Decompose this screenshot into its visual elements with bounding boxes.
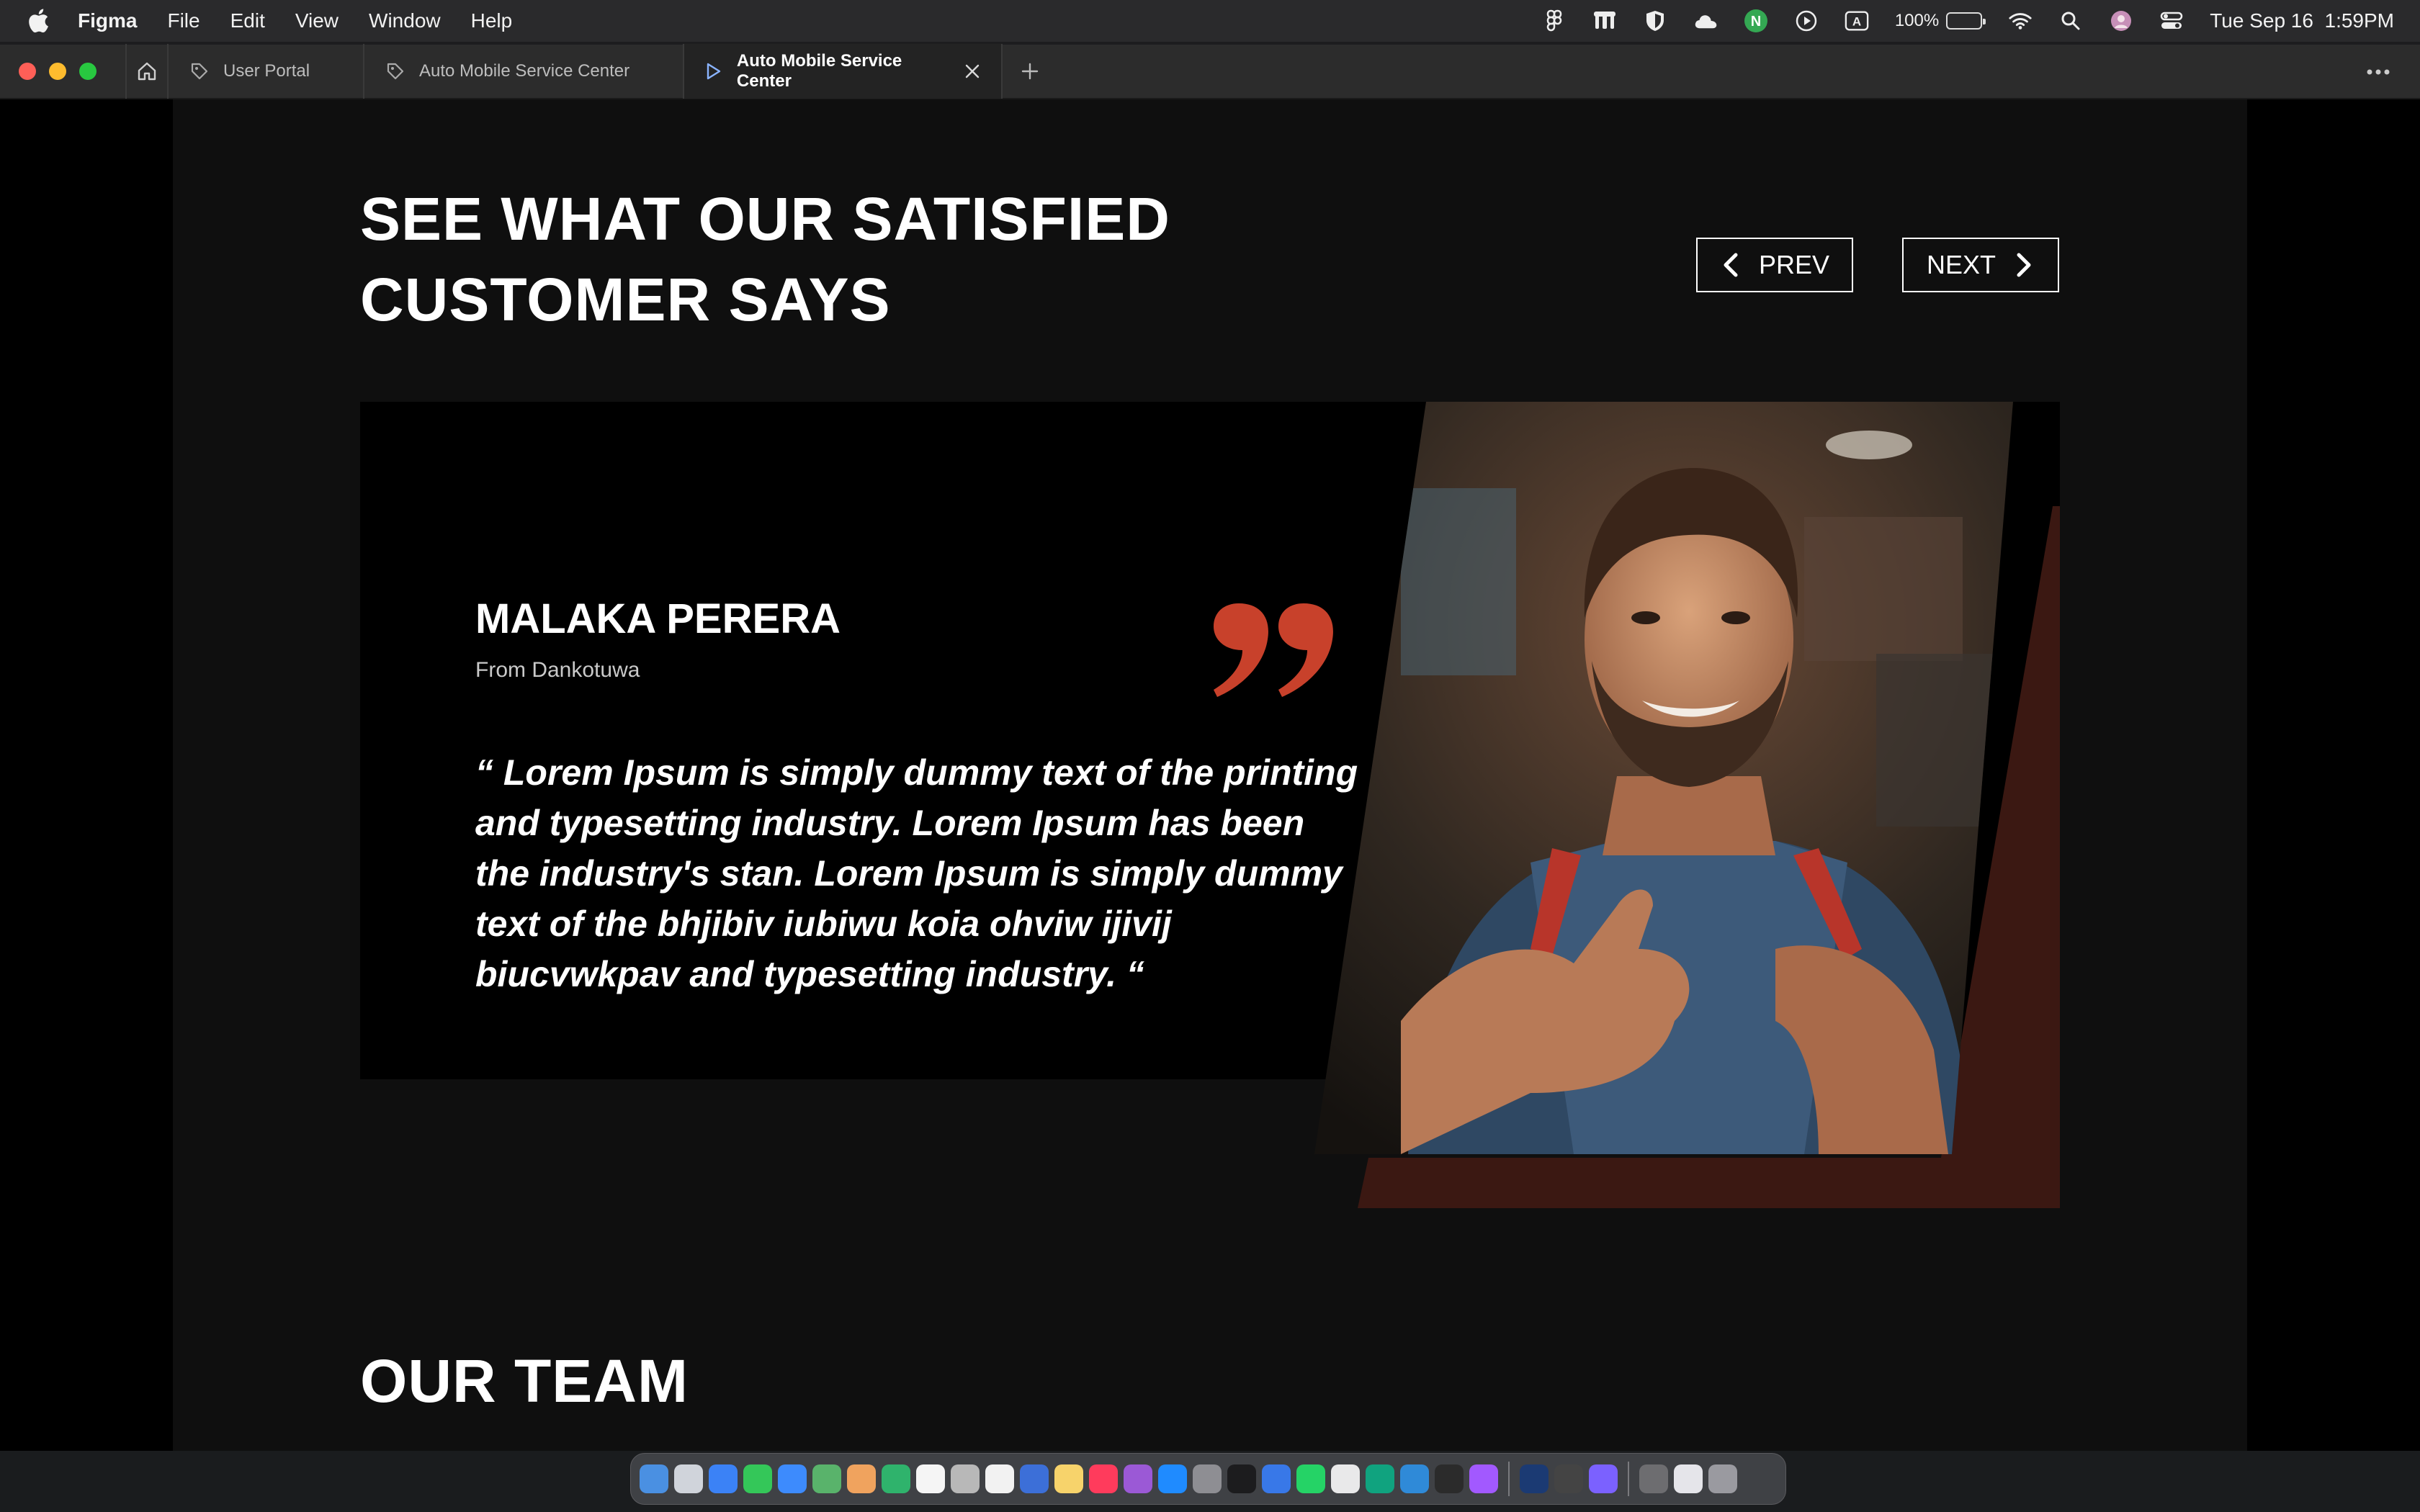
console-icon[interactable] <box>1554 1464 1583 1493</box>
prototype-canvas: SEE WHAT OUR SATISFIED CUSTOMER SAYS PRE… <box>0 99 2420 1451</box>
chevron-right-icon <box>2017 253 2031 277</box>
menubar-clock[interactable]: Tue Sep 16 1:59PM <box>2210 9 2394 32</box>
customer-location: From Dankotuwa <box>475 658 640 682</box>
figma-icon[interactable] <box>1469 1464 1498 1493</box>
play-prototype-icon <box>704 60 724 82</box>
mail-icon[interactable] <box>778 1464 807 1493</box>
wifi-icon[interactable] <box>2008 9 2033 33</box>
testimonials-heading: SEE WHAT OUR SATISFIED CUSTOMER SAYS <box>360 179 1296 340</box>
chatgpt-icon[interactable] <box>1366 1464 1394 1493</box>
maps-icon[interactable] <box>812 1464 841 1493</box>
next-button[interactable]: NEXT <box>1902 238 2059 292</box>
menu-edit[interactable]: Edit <box>230 9 265 32</box>
minimize-window-button[interactable] <box>49 63 66 80</box>
control-center-icon[interactable] <box>2159 9 2184 33</box>
plus-icon <box>1021 63 1039 80</box>
freeform-icon[interactable] <box>1020 1464 1049 1493</box>
chevron-left-icon <box>1724 253 1738 277</box>
home-icon <box>138 62 156 81</box>
menu-view[interactable]: View <box>295 9 339 32</box>
files-icon[interactable] <box>1262 1464 1291 1493</box>
quote-icon <box>1214 603 1333 697</box>
dock <box>630 1453 1786 1505</box>
menu-file[interactable]: File <box>167 9 200 32</box>
settings-icon[interactable] <box>1193 1464 1222 1493</box>
music-icon[interactable] <box>1089 1464 1118 1493</box>
tab-user-portal[interactable]: User Portal <box>169 44 364 99</box>
launchpad-icon[interactable] <box>674 1464 703 1493</box>
figma-file-icon <box>385 60 406 82</box>
battery-indicator[interactable]: 100% <box>1894 11 1986 31</box>
arc-icon[interactable] <box>1589 1464 1618 1493</box>
close-tab-icon[interactable] <box>964 62 981 81</box>
input-source-icon[interactable]: A <box>1845 9 1869 33</box>
figma-tray-icon[interactable] <box>1542 9 1567 33</box>
team-heading: OUR TEAM <box>360 1347 689 1415</box>
battery-icon <box>1946 12 1986 30</box>
app-store-icon[interactable] <box>1158 1464 1187 1493</box>
play-circle-icon[interactable] <box>1794 9 1819 33</box>
finder-icon[interactable] <box>640 1464 668 1493</box>
svg-text:N: N <box>1751 14 1761 30</box>
search-icon[interactable] <box>2058 9 2083 33</box>
facetime-icon[interactable] <box>882 1464 910 1493</box>
figma-file-icon <box>189 60 210 82</box>
more-options-button[interactable] <box>2357 45 2400 99</box>
customer-photo <box>1314 402 2035 1154</box>
next-label: NEXT <box>1926 250 1996 279</box>
textedit-icon[interactable] <box>1331 1464 1360 1493</box>
vscode-icon[interactable] <box>1400 1464 1429 1493</box>
tv-icon[interactable] <box>1227 1464 1256 1493</box>
menu-app-name[interactable]: Figma <box>78 9 137 32</box>
photos-icon[interactable] <box>847 1464 876 1493</box>
user-avatar-icon[interactable] <box>2109 9 2133 33</box>
new-tab-button[interactable] <box>1016 57 1044 86</box>
heading-line-2: CUSTOMER SAYS <box>360 266 891 333</box>
battery-percent: 100% <box>1894 11 1940 30</box>
notes-icon[interactable] <box>1054 1464 1083 1493</box>
downloads-icon[interactable] <box>1639 1464 1668 1493</box>
svg-text:A: A <box>1852 15 1861 29</box>
n-badge-icon[interactable]: N <box>1744 9 1768 33</box>
zoom-window-button[interactable] <box>79 63 97 80</box>
apple-icon[interactable] <box>27 9 49 33</box>
calendar-icon[interactable] <box>916 1464 945 1493</box>
messages-icon[interactable] <box>743 1464 772 1493</box>
trash-icon[interactable] <box>1708 1464 1737 1493</box>
dock-separator <box>1628 1462 1629 1496</box>
heading-line-1: SEE WHAT OUR SATISFIED <box>360 185 1170 253</box>
ellipsis-icon <box>2367 69 2390 75</box>
dock-separator <box>1508 1462 1510 1496</box>
menu-help[interactable]: Help <box>471 9 513 32</box>
testimonial-quote: “ Lorem Ipsum is simply dummy text of th… <box>475 752 1358 994</box>
tab-label: Auto Mobile Service Center <box>736 51 902 91</box>
safari-icon[interactable] <box>709 1464 738 1493</box>
menu-window[interactable]: Window <box>369 9 441 32</box>
tab-label: Auto Mobile Service Center <box>419 61 630 81</box>
whatsapp-icon[interactable] <box>1296 1464 1325 1493</box>
tab-auto-mobile-prototype[interactable]: Auto Mobile Service Center <box>684 44 1003 99</box>
prev-label: PREV <box>1758 250 1830 279</box>
close-window-button[interactable] <box>19 63 36 80</box>
cloud-icon[interactable] <box>1693 9 1718 33</box>
tools-tray-icon[interactable] <box>1592 9 1617 33</box>
contacts-icon[interactable] <box>951 1464 980 1493</box>
tab-auto-mobile-design[interactable]: Auto Mobile Service Center <box>364 44 684 99</box>
customer-name: MALAKA PERERA <box>475 595 841 642</box>
window-controls <box>19 63 97 80</box>
terminal-icon[interactable] <box>1435 1464 1464 1493</box>
shield-icon[interactable] <box>1643 9 1667 33</box>
podcasts-icon[interactable] <box>1124 1464 1152 1493</box>
home-button[interactable] <box>125 44 169 99</box>
photoshop-icon[interactable] <box>1520 1464 1549 1493</box>
prev-button[interactable]: PREV <box>1696 238 1853 292</box>
figma-tab-bar: User Portal Auto Mobile Service Center A… <box>0 44 2420 99</box>
website-frame: SEE WHAT OUR SATISFIED CUSTOMER SAYS PRE… <box>173 99 2247 1451</box>
menu-bar: Figma File Edit View Window Help N A 100… <box>0 0 2420 42</box>
tab-label: User Portal <box>223 61 310 81</box>
reminders-icon[interactable] <box>985 1464 1014 1493</box>
document-icon[interactable] <box>1674 1464 1703 1493</box>
